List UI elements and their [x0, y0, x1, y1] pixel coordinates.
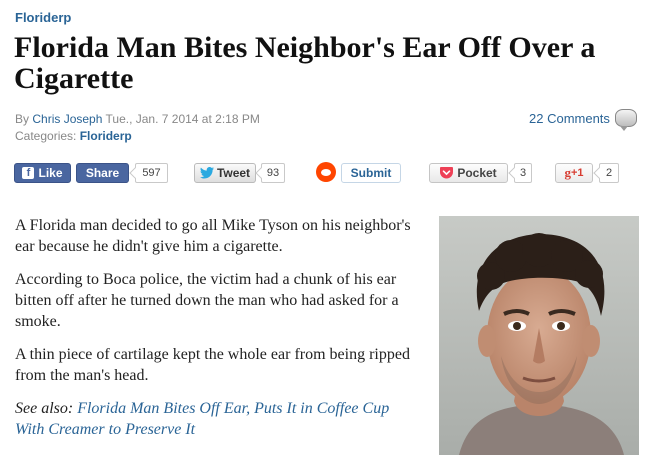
share-label: Share: [85, 166, 120, 180]
submit-label: Submit: [350, 166, 392, 180]
tweet-label: Tweet: [216, 166, 251, 180]
gplus-count: 2: [599, 163, 619, 183]
article-body: A Florida man decided to go all Mike Tys…: [15, 215, 420, 452]
byline-prefix: By: [15, 112, 30, 126]
facebook-share-button[interactable]: Share: [76, 163, 129, 183]
categories-line: Categories: Floriderp: [15, 129, 132, 143]
categories-label: Categories:: [15, 129, 77, 143]
pocket-button[interactable]: Pocket: [429, 163, 508, 183]
pocket-label: Pocket: [457, 166, 497, 180]
categories-link[interactable]: Floriderp: [80, 129, 132, 143]
gplus-label: +1: [570, 167, 584, 179]
pocket-icon: [440, 167, 454, 179]
article-headline: Florida Man Bites Neighbor's Ear Off Ove…: [14, 31, 596, 95]
byline: By Chris Joseph Tue., Jan. 7 2014 at 2:1…: [15, 112, 260, 126]
see-also: See also: Florida Man Bites Off Ear, Put…: [15, 398, 420, 440]
tweet-button[interactable]: Tweet: [194, 163, 256, 183]
google-plus-button[interactable]: g +1: [555, 163, 593, 183]
comments-link[interactable]: 22 Comments: [529, 109, 637, 131]
facebook-like-button[interactable]: f Like: [14, 163, 71, 183]
category-link[interactable]: Floriderp: [15, 10, 71, 25]
article-paragraph: A thin piece of cartilage kept the whole…: [15, 346, 410, 384]
publish-date: Tue., Jan. 7 2014 at 2:18 PM: [105, 112, 260, 126]
reddit-submit-button[interactable]: Submit: [341, 163, 401, 183]
see-also-label: See also:: [15, 400, 74, 417]
comments-label: 22 Comments: [529, 110, 610, 126]
mugshot-photo: [439, 216, 639, 455]
share-count: 597: [135, 163, 168, 183]
comment-bubble-icon: [614, 109, 637, 131]
like-label: Like: [38, 166, 63, 180]
twitter-bird-icon: [199, 167, 214, 179]
social-share-bar: f Like Share 597 Tweet 93 Submit Pocket …: [14, 162, 634, 185]
author-link[interactable]: Chris Joseph: [32, 112, 102, 126]
facebook-icon: f: [22, 167, 35, 179]
article-paragraph: A Florida man decided to go all Mike Tys…: [15, 217, 411, 255]
pocket-count: 3: [514, 163, 532, 183]
article-paragraph: According to Boca police, the victim had…: [15, 271, 399, 330]
reddit-alien-icon[interactable]: [316, 162, 336, 182]
tweet-count: 93: [261, 163, 285, 183]
